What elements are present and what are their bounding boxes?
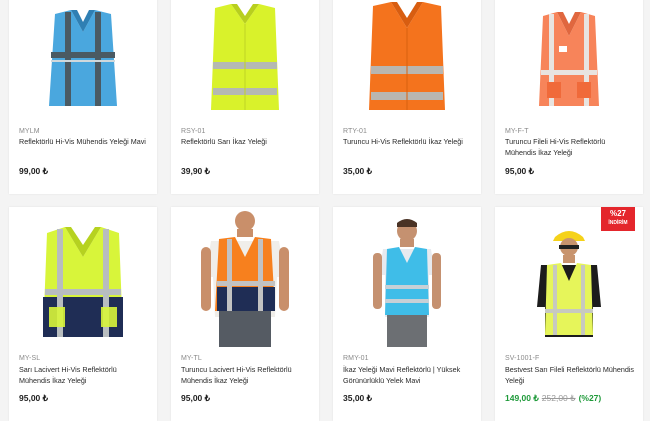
product-price: 35,00 ₺: [343, 393, 373, 403]
product-price: 35,00 ₺: [343, 166, 373, 176]
product-sku: RTY-01: [343, 128, 367, 135]
orange-vest-image[interactable]: [333, 0, 481, 116]
discount-badge-label: İNDİRİM: [608, 220, 628, 226]
product-sku: MY-TL: [181, 355, 202, 362]
product-sku: RMY-01: [343, 355, 369, 362]
product-price: 95,00 ₺: [19, 393, 49, 403]
product-card[interactable]: MY-TL Turuncu Lacivert Hi-Vis Reflektörl…: [171, 207, 319, 421]
product-title[interactable]: Turuncu Fileli Hi-Vis Reflektörlü Mühend…: [505, 136, 635, 158]
orange-mesh-vest-image[interactable]: [495, 0, 643, 116]
yellow-vest-image[interactable]: [171, 0, 319, 116]
product-sku: RSY-01: [181, 128, 206, 135]
product-grid: MYLM Reflektörlü Hi-Vis Mühendis Yeleği …: [0, 0, 650, 421]
product-card[interactable]: RSY-01 Reflektörlü Sarı İkaz Yeleği 39,9…: [171, 0, 319, 194]
product-price: 95,00 ₺: [181, 393, 211, 403]
product-sku: MY-SL: [19, 355, 41, 362]
product-price: 99,00 ₺: [19, 166, 49, 176]
discount-percent: (%27): [578, 393, 602, 403]
product-title[interactable]: Turuncu Lacivert Hi-Vis Reflektörlü Mühe…: [181, 364, 311, 386]
product-card[interactable]: MYLM Reflektörlü Hi-Vis Mühendis Yeleği …: [9, 0, 157, 194]
product-title[interactable]: İkaz Yeleği Mavi Reflektörlü | Yüksek Gö…: [343, 364, 473, 386]
product-card[interactable]: MY-SL Sarı Lacivert Hi-Vis Reflektörlü M…: [9, 207, 157, 421]
orange-navy-vest-model-image[interactable]: [171, 207, 319, 347]
product-card[interactable]: MY-F-T Turuncu Fileli Hi-Vis Reflektörlü…: [495, 0, 643, 194]
yellow-navy-vest-image[interactable]: [9, 207, 157, 347]
product-title[interactable]: Turuncu Hi-Vis Reflektörlü İkaz Yeleği: [343, 136, 473, 147]
product-sku: MY-F-T: [505, 128, 529, 135]
product-price-block: 149,00 ₺ 252,00 ₺ (%27): [505, 393, 601, 404]
product-sku: SV-1001-F: [505, 355, 540, 362]
product-card[interactable]: %27 İNDİRİM SV-1001-F Bestvest Sarı File…: [495, 207, 643, 421]
product-sku: MYLM: [19, 128, 40, 135]
product-title[interactable]: Sarı Lacivert Hi-Vis Reflektörlü Mühendi…: [19, 364, 149, 386]
discount-badge-percent: %27: [609, 209, 626, 218]
product-card[interactable]: RMY-01 İkaz Yeleği Mavi Reflektörlü | Yü…: [333, 207, 481, 421]
product-card[interactable]: RTY-01 Turuncu Hi-Vis Reflektörlü İkaz Y…: [333, 0, 481, 194]
product-price: 39,90 ₺: [181, 166, 211, 176]
blue-vest-image[interactable]: [9, 0, 157, 116]
product-title[interactable]: Bestvest Sarı Fileli Reflektörlü Mühendi…: [505, 364, 635, 386]
discount-badge: %27 İNDİRİM: [601, 207, 635, 231]
product-title[interactable]: Reflektörlü Hi-Vis Mühendis Yeleği Mavi: [19, 136, 149, 147]
product-price: 95,00 ₺: [505, 166, 535, 176]
product-title[interactable]: Reflektörlü Sarı İkaz Yeleği: [181, 136, 311, 147]
blue-vest-model-image[interactable]: [333, 207, 481, 347]
sale-price: 149,00 ₺: [505, 393, 539, 403]
old-price: 252,00 ₺: [541, 393, 576, 403]
